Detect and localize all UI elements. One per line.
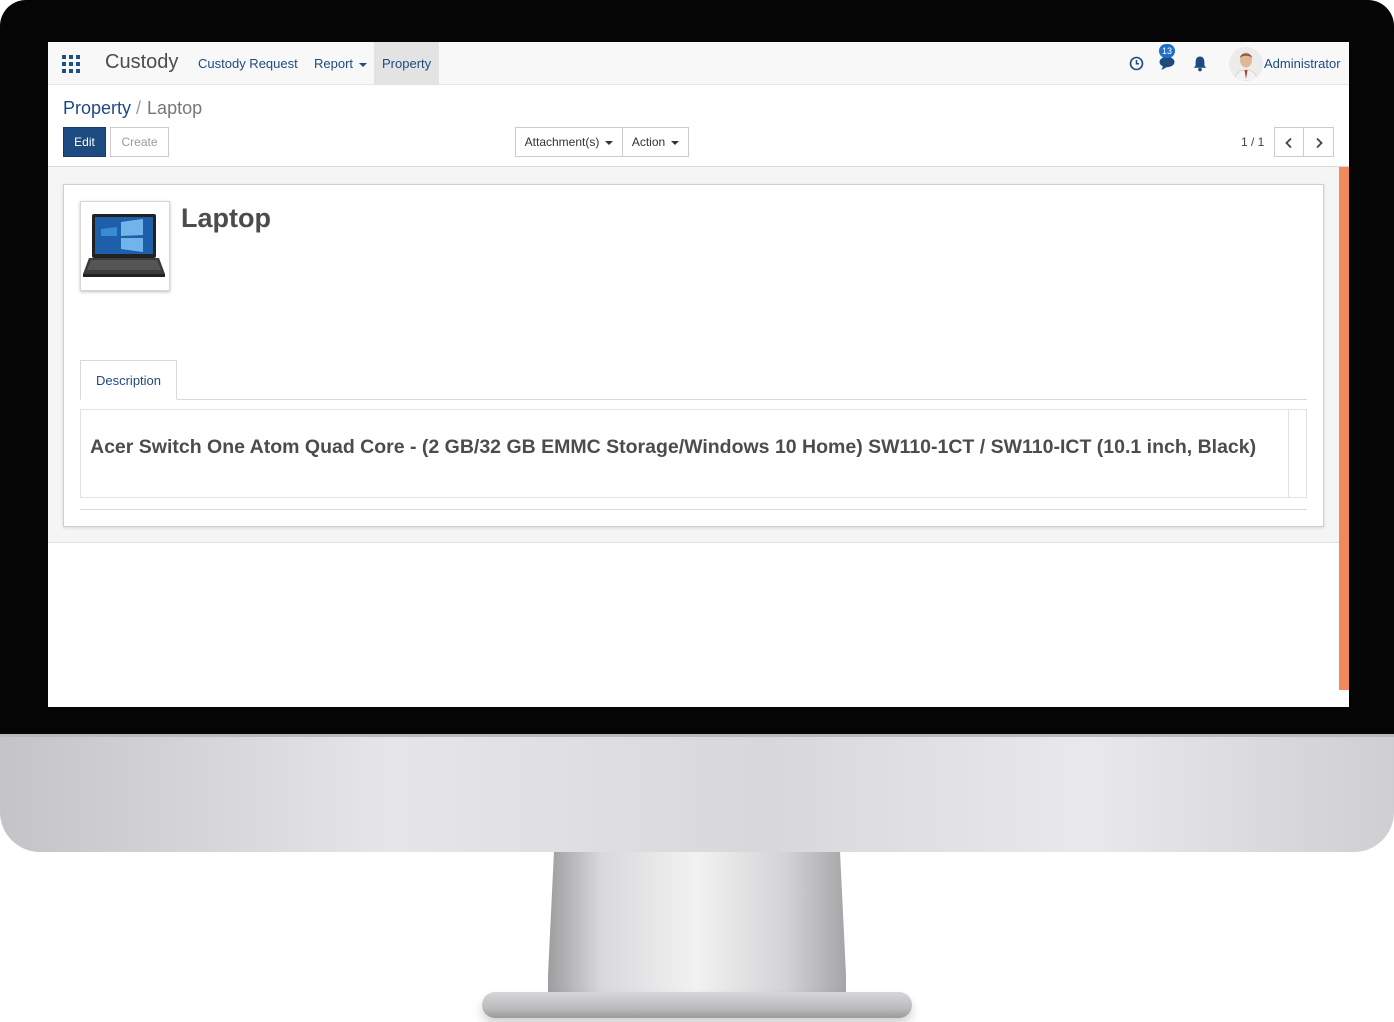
apps-grid-icon[interactable] [62, 55, 80, 73]
menu-custody-request[interactable]: Custody Request [190, 42, 306, 85]
avatar[interactable] [1229, 47, 1263, 81]
monitor-stand-base [482, 992, 912, 1018]
action-dropdown[interactable]: Action [622, 127, 689, 157]
app-screen: Custody Custody Request Report Property … [48, 42, 1349, 707]
top-navbar: Custody Custody Request Report Property … [48, 42, 1349, 85]
record-title: Laptop [181, 203, 271, 233]
vertical-scrollbar[interactable] [1339, 167, 1349, 690]
tabs-divider [80, 399, 1307, 400]
description-scrollbar[interactable] [1288, 410, 1306, 497]
chevron-down-icon [671, 140, 680, 145]
chevron-down-icon [359, 62, 368, 67]
chevron-left-icon [1285, 137, 1292, 148]
monitor-chin [0, 734, 1394, 852]
chat-icon[interactable] [1159, 56, 1177, 71]
bell-icon[interactable] [1192, 55, 1208, 72]
menu-property[interactable]: Property [374, 42, 439, 85]
edit-button[interactable]: Edit [63, 127, 106, 157]
tab-description[interactable]: Description [80, 360, 177, 400]
laptop-icon [83, 214, 165, 277]
clock-icon[interactable] [1129, 56, 1144, 71]
menu-report-label: Report [314, 56, 354, 71]
menu-report[interactable]: Report [306, 42, 375, 85]
sheet-bottom-divider [80, 509, 1307, 510]
description-text: Acer Switch One Atom Quad Core - (2 GB/3… [90, 436, 1257, 458]
breadcrumb-separator: / [136, 98, 142, 118]
pager-next-button[interactable] [1303, 127, 1334, 157]
description-field[interactable]: Acer Switch One Atom Quad Core - (2 GB/3… [80, 409, 1307, 498]
chevron-down-icon [605, 140, 614, 145]
attachments-dropdown[interactable]: Attachment(s) [515, 127, 623, 157]
breadcrumb-parent-link[interactable]: Property [63, 98, 131, 118]
product-image[interactable] [80, 201, 170, 291]
menu-custody-request-label: Custody Request [198, 56, 298, 71]
monitor-stand [548, 852, 846, 1002]
pager-previous-button[interactable] [1274, 127, 1304, 157]
form-sheet: Laptop Description Acer Switch One Atom … [63, 184, 1324, 527]
breadcrumb: Property / Laptop [63, 98, 202, 119]
pager-value[interactable]: 1 / 1 [1241, 135, 1264, 149]
chat-count-badge: 13 [1159, 44, 1175, 58]
app-title: Custody [105, 51, 179, 73]
attachments-label: Attachment(s) [524, 135, 600, 149]
user-menu[interactable]: Administrator [1264, 42, 1341, 85]
menu-property-label: Property [382, 56, 432, 71]
create-button[interactable]: Create [110, 127, 169, 157]
action-label: Action [631, 135, 666, 149]
chevron-right-icon [1315, 137, 1323, 148]
breadcrumb-current: Laptop [147, 98, 203, 118]
